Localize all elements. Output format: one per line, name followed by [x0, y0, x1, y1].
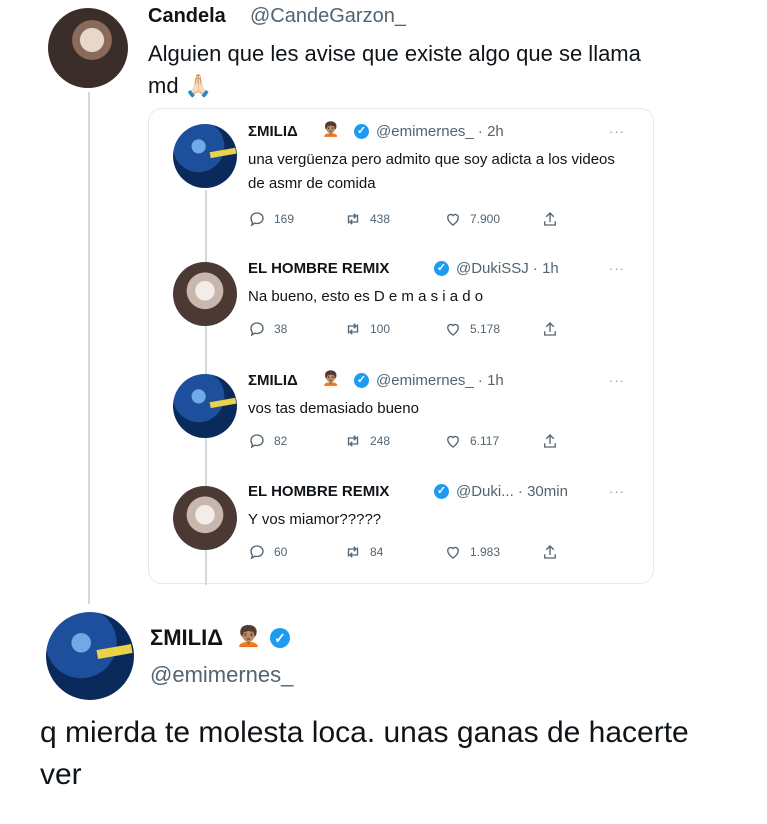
quoted-tweet-4-handle[interactable]: @Duki... · 30min: [456, 483, 568, 500]
quoted-tweet-2-name[interactable]: EL HOMBRE REMIX: [248, 260, 389, 277]
reply-button[interactable]: 169: [248, 210, 294, 228]
like-button[interactable]: 7.900: [444, 210, 500, 228]
retweet-icon: [347, 323, 359, 335]
avatar-el-hombre-remix[interactable]: [173, 486, 237, 550]
like-count: 5.178: [470, 322, 501, 336]
quoted-tweet-3-name[interactable]: ΣMILIΔ: [248, 372, 298, 389]
retweet-count: 100: [370, 322, 391, 336]
top-tweet-author-name[interactable]: Candela: [148, 5, 226, 28]
retweet-button[interactable]: 248: [344, 432, 390, 450]
more-icon[interactable]: ···: [609, 261, 625, 276]
share-icon: [544, 322, 556, 336]
reply-button[interactable]: 60: [248, 543, 287, 561]
avatar-emilia-reply[interactable]: [46, 612, 134, 700]
like-icon: [447, 546, 459, 559]
top-tweet-text: Alguien que les avise que existe algo qu…: [148, 41, 641, 98]
verified-badge-icon: ✓: [354, 373, 369, 388]
verified-badge-icon: ✓: [434, 261, 449, 276]
share-icon: [544, 434, 556, 448]
like-icon: [447, 213, 459, 226]
reply-author-name[interactable]: ΣMILIΔ: [150, 625, 223, 651]
quoted-tweet-1-handle[interactable]: @emimernes_ · 2h: [376, 123, 504, 140]
reply-button[interactable]: 82: [248, 432, 287, 450]
retweet-count: 248: [370, 434, 391, 448]
quoted-tweet-3-text: vos tas demasiado bueno: [248, 400, 419, 417]
retweet-button[interactable]: 100: [344, 320, 390, 338]
like-icon: [447, 323, 459, 336]
like-button[interactable]: 1.983: [444, 543, 500, 561]
quoted-tweet-2-handle[interactable]: @DukiSSJ · 1h: [456, 260, 559, 277]
reply-count: 38: [274, 322, 288, 336]
like-button[interactable]: 5.178: [444, 320, 500, 338]
retweet-button[interactable]: 438: [344, 210, 390, 228]
quoted-tweet-3-handle[interactable]: @emimernes_ · 1h: [376, 372, 504, 389]
avatar-emilia[interactable]: [173, 124, 237, 188]
share-button[interactable]: [541, 320, 559, 338]
reply-count: 60: [274, 545, 288, 559]
share-button[interactable]: [541, 543, 559, 561]
reply-icon: [250, 434, 264, 449]
quoted-tweet-1-name[interactable]: ΣMILIΔ: [248, 123, 298, 140]
share-icon: [544, 545, 556, 559]
like-button[interactable]: 6.117: [444, 432, 499, 450]
thread-connector-line: [88, 92, 90, 604]
person-emoji-icon: 🧑🏽‍🦱: [322, 370, 340, 386]
reply-icon: [250, 545, 264, 560]
more-icon[interactable]: ···: [609, 124, 625, 139]
avatar-el-hombre-remix[interactable]: [173, 262, 237, 326]
avatar-emilia[interactable]: [173, 374, 237, 438]
top-tweet-author-handle[interactable]: @CandeGarzon_: [250, 5, 406, 28]
verified-badge-icon: ✓: [270, 628, 290, 648]
like-icon: [447, 435, 459, 448]
retweet-count: 84: [370, 545, 384, 559]
reply-author-handle[interactable]: @emimernes_: [150, 662, 293, 688]
share-button[interactable]: [541, 210, 559, 228]
like-count: 7.900: [470, 212, 501, 226]
reply-count: 82: [274, 434, 288, 448]
quoted-tweet-4-name[interactable]: EL HOMBRE REMIX: [248, 483, 389, 500]
reply-icon: [250, 322, 264, 337]
like-count: 6.117: [470, 434, 500, 448]
quoted-tweet-2-text: Na bueno, esto es D e m a s i a d o: [248, 288, 484, 305]
quoted-tweet-4-text: Y vos miamor?????: [248, 511, 382, 528]
avatar-candela[interactable]: [48, 8, 128, 88]
reply-icon: [250, 212, 264, 227]
verified-badge-icon: ✓: [354, 124, 369, 139]
quoted-tweet-1-text: una vergüenza pero admito que soy adicta…: [248, 151, 615, 192]
more-icon[interactable]: ···: [609, 373, 625, 388]
person-emoji-icon: 🧑🏽‍🦱: [322, 121, 340, 137]
reply-button[interactable]: 38: [248, 320, 287, 338]
person-emoji-icon: 🧑🏽‍🦱: [236, 626, 261, 648]
more-icon[interactable]: ···: [609, 484, 625, 499]
verified-badge-icon: ✓: [434, 484, 449, 499]
share-button[interactable]: [541, 432, 559, 450]
retweet-icon: [347, 435, 359, 447]
retweet-icon: [347, 213, 359, 225]
retweet-count: 438: [370, 212, 391, 226]
retweet-icon: [347, 546, 359, 558]
like-count: 1.983: [470, 545, 501, 559]
reply-tweet-text: q mierda te molesta loca. unas ganas de …: [40, 716, 689, 791]
retweet-button[interactable]: 84: [344, 543, 383, 561]
share-icon: [544, 212, 556, 226]
reply-count: 169: [274, 212, 295, 226]
